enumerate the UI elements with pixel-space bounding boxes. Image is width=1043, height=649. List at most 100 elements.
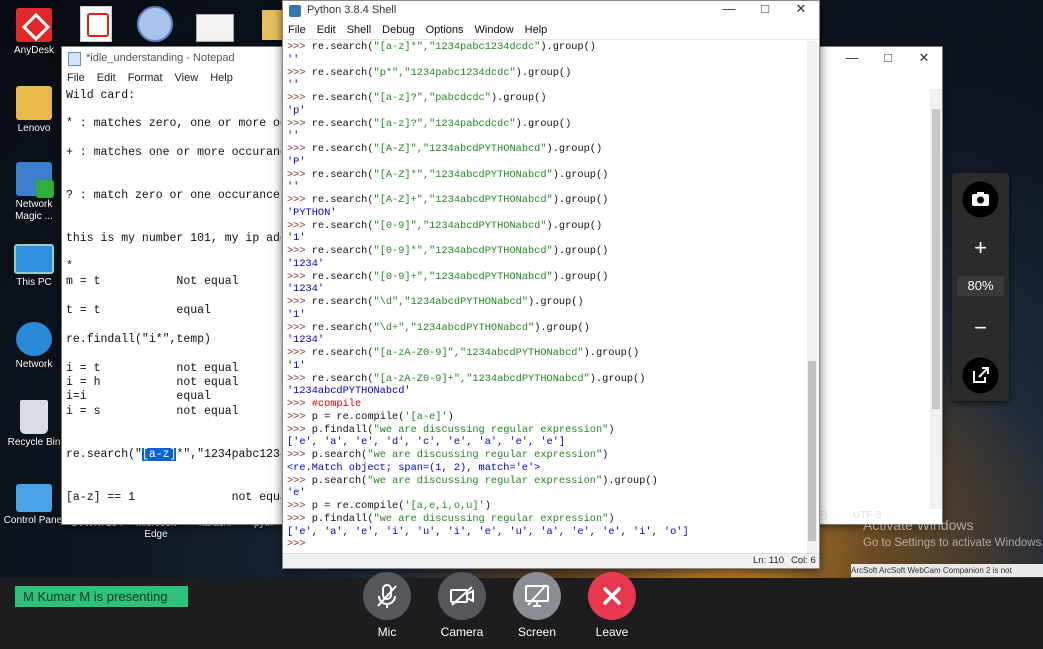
- shell-menu-file[interactable]: File: [288, 24, 306, 36]
- shell-menu-help[interactable]: Help: [525, 24, 548, 36]
- desktop-icon-network[interactable]: Network: [3, 322, 65, 371]
- desktop-icon-label: Recycle Bin: [7, 437, 61, 448]
- notepad-selection: [a-z]: [141, 448, 177, 461]
- shell-text-prompt: >>>: [287, 474, 312, 487]
- shell-text-prompt: >>>: [287, 512, 312, 525]
- minimize-icon[interactable]: —: [834, 47, 870, 69]
- notepad-line: *: [66, 260, 73, 273]
- shell-text-prompt: >>>: [287, 143, 312, 155]
- folder-app-icon[interactable]: [262, 10, 282, 40]
- notepad-scrollbar[interactable]: [930, 89, 942, 509]
- screen-share-button[interactable]: [513, 572, 561, 620]
- shell-input-line: >>> re.search("[a-z]?","1234pabcdcdc").g…: [287, 118, 571, 130]
- close-icon[interactable]: ✕: [783, 1, 819, 21]
- notepad-line: re.findall("i*",temp): [66, 333, 211, 346]
- shell-input-line: >>> re.search("[A-Z]+","1234abcdPYTHONab…: [287, 194, 608, 206]
- desktop-icon-anydesk[interactable]: AnyDesk: [3, 8, 65, 57]
- maximize-icon[interactable]: □: [747, 1, 783, 21]
- close-x-icon: [603, 587, 621, 605]
- shell-text-cmd: p.search(: [311, 449, 368, 461]
- shell-text-cmd: p = re.compile(: [311, 500, 405, 512]
- shell-text-cmd: ).group(): [602, 474, 658, 487]
- desktop-icon-this-pc[interactable]: This PC: [3, 244, 65, 289]
- notepad-line: i = t not equal: [66, 362, 239, 375]
- shell-input-line: >>> re.search("[0-9]+","1234abcdPYTHONab…: [287, 271, 608, 283]
- shell-scrollbar[interactable]: [807, 41, 817, 553]
- shell-menu-options[interactable]: Options: [426, 24, 464, 36]
- shell-input-line: >>> p.findall("we are discussing regular…: [287, 424, 615, 436]
- shell-text-cmd: re.search(: [311, 92, 374, 104]
- leave-button[interactable]: [588, 572, 636, 620]
- arcsoft-notification[interactable]: ArcSoft ArcSoft WebCam Companion 2 is no…: [851, 564, 1043, 577]
- leave-label: Leave: [595, 625, 629, 639]
- shell-text-out: '1': [287, 359, 306, 372]
- camera-button[interactable]: [438, 572, 486, 620]
- presenter-text: M Kumar M is presenting: [23, 589, 168, 604]
- mic-label: Mic: [377, 625, 397, 639]
- document-app-icon[interactable]: [196, 14, 234, 42]
- mic-button[interactable]: [363, 572, 411, 620]
- desktop-icon-recycle-bin[interactable]: Recycle Bin: [3, 400, 65, 449]
- shell-input-line: >>> re.search("[a-zA-Z0-9]+","1234abcdPY…: [287, 373, 645, 385]
- camera-snapshot-icon[interactable]: [962, 181, 999, 218]
- open-external-icon[interactable]: [962, 357, 999, 394]
- menu-help[interactable]: Help: [210, 72, 233, 84]
- shell-text-str: '[a,e,i,o,u]': [404, 500, 485, 512]
- shell-input-line: >>> p = re.compile('[a-e]'): [287, 411, 454, 423]
- shell-menu-shell[interactable]: Shell: [347, 24, 371, 36]
- shell-text-str: "[a-z]*","1234pabc1234dcdc": [373, 41, 541, 53]
- webcam-app-icon[interactable]: [137, 6, 173, 42]
- shell-text-prompt: >>>: [287, 398, 312, 410]
- zoom-out-icon[interactable]: −: [962, 309, 999, 346]
- shell-text-out: 'P': [287, 155, 306, 168]
- desktop-icon-control-panel[interactable]: Control Panel: [3, 484, 65, 527]
- shell-text-prompt: >>>: [287, 245, 312, 257]
- shell-text-prompt: >>>: [287, 219, 312, 232]
- shell-text-out: '1234': [287, 257, 325, 270]
- shell-text-cmd: re.search(: [311, 143, 374, 155]
- maximize-icon[interactable]: □: [870, 47, 906, 69]
- notepad-text-area[interactable]: Wild card: * : matches zero, one or more…: [66, 89, 281, 514]
- pdf-app-icon[interactable]: [80, 6, 112, 42]
- close-icon[interactable]: ✕: [906, 47, 942, 69]
- shell-text-prompt: >>>: [287, 538, 312, 551]
- shell-text-cmd: p = re.compile(: [311, 410, 405, 423]
- python-shell-window[interactable]: Python 3.8.4 Shell — □ ✕ File Edit Shell…: [282, 0, 820, 569]
- zoom-in-icon[interactable]: +: [962, 229, 999, 266]
- shell-text-cmd: re.search(: [311, 296, 374, 308]
- shell-text-str: "[A-Z]*","1234abcdPYTHONabcd": [373, 168, 553, 181]
- minimize-icon[interactable]: —: [711, 1, 747, 21]
- shell-text-cmd: p.findall(: [311, 423, 374, 436]
- desktop-icon-lenovo[interactable]: Lenovo: [3, 86, 65, 135]
- menu-format[interactable]: Format: [128, 72, 163, 84]
- shell-input-line: >>> re.search("[A-Z]*","1234abcdPYTHONab…: [287, 169, 608, 181]
- shell-text-str: "[a-zA-Z0-9]+","1234abcdPYTHONabcd": [373, 372, 590, 385]
- zoom-control-panel: + 80% −: [952, 173, 1009, 401]
- shell-menu-debug[interactable]: Debug: [382, 24, 414, 36]
- desktop-icon-label: Lenovo: [17, 123, 51, 134]
- shell-text-cmd: ): [484, 500, 491, 512]
- notepad-line: i = s not equal: [66, 405, 239, 418]
- shell-text-str: "we are discussing regular expression": [373, 512, 609, 525]
- notepad-app-icon: [68, 52, 81, 66]
- shell-text-cmd: re.search(: [311, 347, 374, 359]
- shell-menu-window[interactable]: Window: [475, 24, 514, 36]
- notepad-line: i=i equal: [66, 390, 211, 403]
- desktop-icon-label: AnyDesk: [13, 45, 54, 56]
- shell-titlebar[interactable]: Python 3.8.4 Shell — □ ✕: [283, 1, 819, 21]
- shell-menu-edit[interactable]: Edit: [317, 24, 336, 36]
- menu-edit[interactable]: Edit: [97, 72, 116, 84]
- network-globe-icon: [16, 322, 52, 356]
- shell-text-cmd: re.search(: [311, 372, 374, 385]
- shell-input-line: >>> p.search("we are discussing regular …: [287, 449, 608, 461]
- shell-text-str: "we are discussing regular expression": [367, 449, 603, 461]
- shell-text-cmd: ).group(): [490, 92, 547, 104]
- menu-view[interactable]: View: [175, 72, 199, 84]
- shell-output-area[interactable]: >>> re.search( "[a-z]*","1234pabc1234dcdc…: [287, 41, 802, 554]
- shell-input-line: >>> p.findall("we are discussing regular…: [287, 513, 615, 525]
- shell-text-cmd: ).group(): [515, 66, 572, 79]
- menu-file[interactable]: File: [67, 72, 85, 84]
- shell-scrollbar-thumb[interactable]: [808, 361, 816, 541]
- camera-off-icon: [450, 586, 474, 606]
- desktop-icon-network-magic[interactable]: Network Magic ...: [3, 162, 65, 223]
